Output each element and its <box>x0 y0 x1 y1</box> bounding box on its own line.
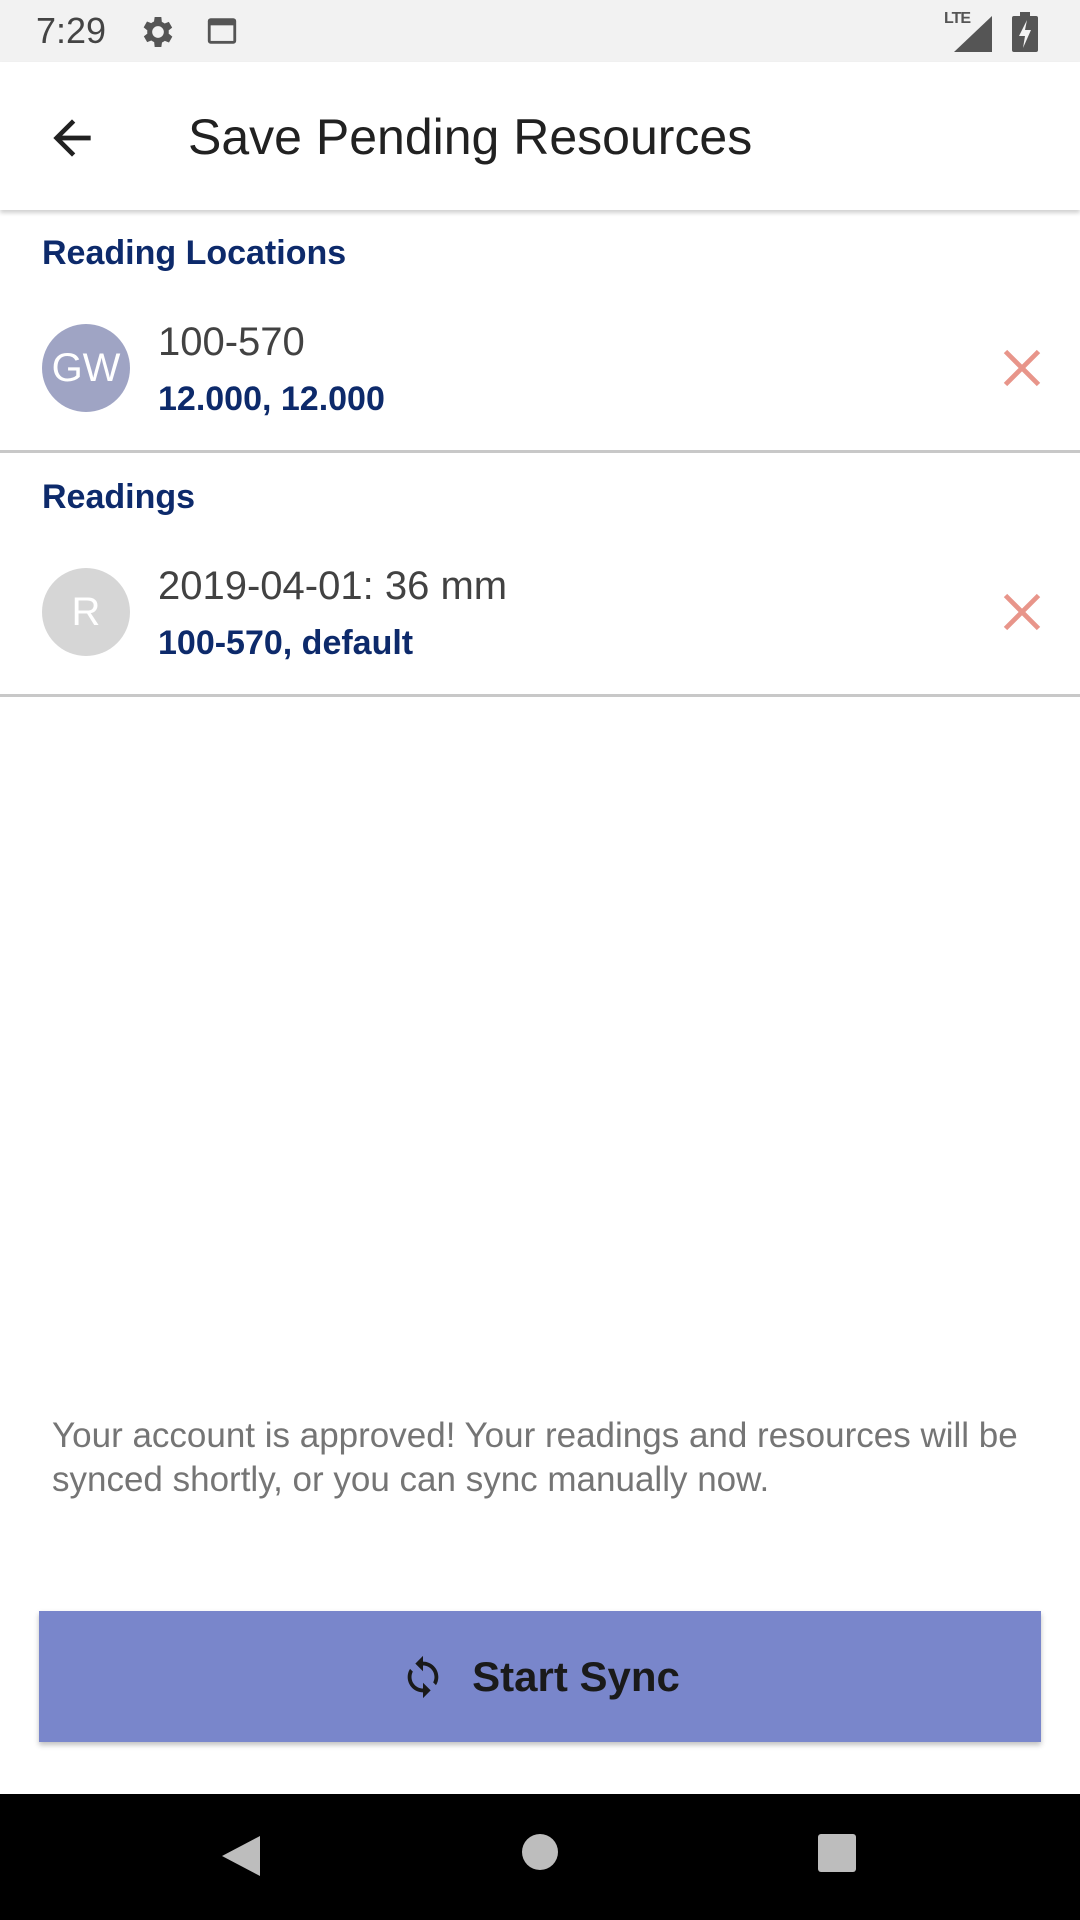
remove-button[interactable] <box>990 336 1054 400</box>
avatar: GW <box>42 324 130 412</box>
start-sync-label: Start Sync <box>472 1652 680 1700</box>
section-header-reading-locations: Reading Locations <box>42 234 347 272</box>
nav-recents-icon[interactable] <box>818 1834 856 1872</box>
back-button[interactable] <box>30 96 114 180</box>
close-icon <box>1003 593 1041 631</box>
avatar-initials: R <box>71 589 101 634</box>
list-item-reading-location[interactable]: GW 100-570 12.000, 12.000 <box>0 290 1080 450</box>
window-icon <box>207 18 237 44</box>
remove-button[interactable] <box>990 580 1054 644</box>
section-header-readings: Readings <box>42 478 196 516</box>
item-title: 2019-04-01: 36 mm <box>158 564 508 608</box>
avatar-initials: GW <box>51 345 121 390</box>
page-title: Save Pending Resources <box>188 109 753 165</box>
item-title: 100-570 <box>158 320 305 364</box>
divider <box>0 450 1080 453</box>
sync-info-text: Your account is approved! Your readings … <box>52 1416 1018 1499</box>
sync-icon <box>407 1655 439 1698</box>
battery-charging-icon <box>1012 12 1038 52</box>
gear-icon <box>143 17 173 47</box>
item-subtitle: 100-570, default <box>158 624 414 662</box>
app-bar: Save Pending Resources <box>0 62 1080 210</box>
list-item-reading[interactable]: R 2019-04-01: 36 mm 100-570, default <box>0 534 1080 694</box>
signal-icon <box>954 16 992 52</box>
nav-back-icon[interactable] <box>218 1832 262 1880</box>
system-nav-bar <box>0 1794 1080 1920</box>
item-subtitle: 12.000, 12.000 <box>158 380 385 418</box>
nav-home-icon[interactable] <box>522 1834 558 1870</box>
divider <box>0 694 1080 697</box>
arrow-back-icon <box>53 119 91 157</box>
status-time: 7:29 <box>36 10 107 51</box>
start-sync-button[interactable]: Start Sync <box>39 1611 1041 1742</box>
avatar: R <box>42 568 130 656</box>
status-bar: 7:29 LTE <box>0 0 1080 62</box>
close-icon <box>1003 349 1041 387</box>
